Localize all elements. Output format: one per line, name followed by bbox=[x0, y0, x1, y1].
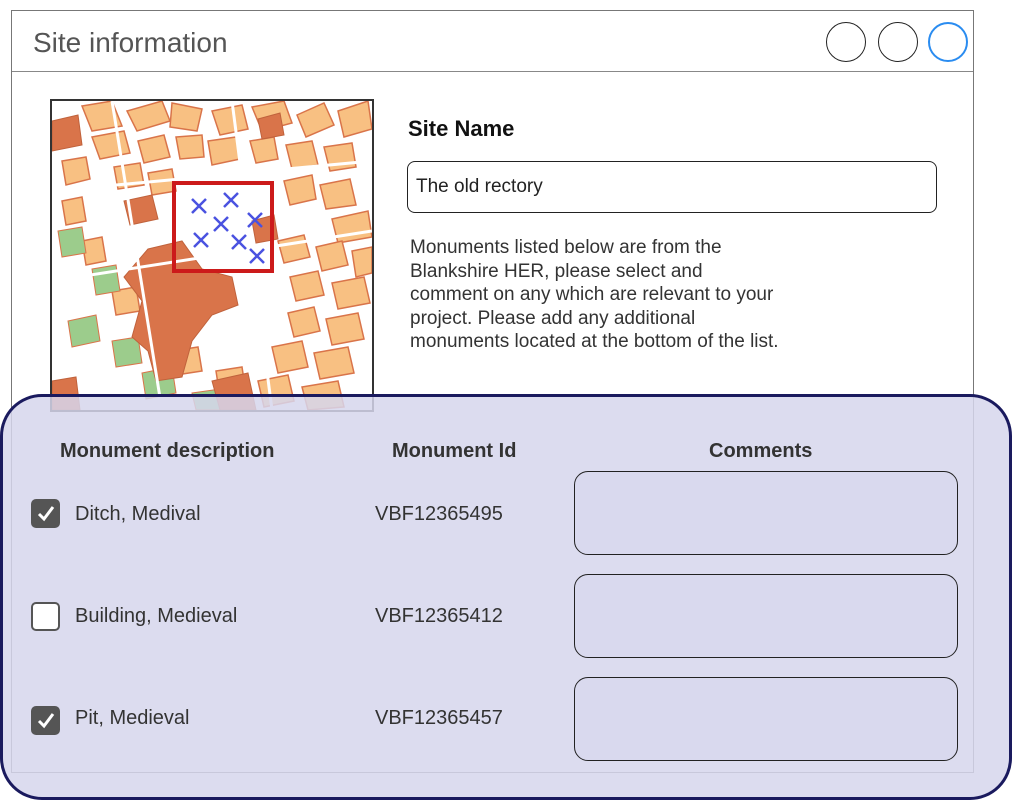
instruction-line: Blankshire HER, please select and bbox=[410, 260, 703, 282]
header-monument-id: Monument Id bbox=[392, 440, 517, 462]
header-comments: Comments bbox=[709, 440, 813, 462]
monument-id: VBF12365412 bbox=[375, 605, 503, 627]
monument-id: VBF12365457 bbox=[375, 707, 503, 729]
instruction-line: comment on any which are relevant to you… bbox=[410, 284, 774, 305]
monument-checkbox-1[interactable] bbox=[31, 499, 60, 528]
monument-comment-3[interactable] bbox=[574, 677, 958, 761]
monument-checkbox-3[interactable] bbox=[31, 706, 60, 735]
monument-description: Ditch, Medival bbox=[75, 503, 201, 525]
instruction-line: monuments located at the bottom of the l… bbox=[410, 331, 779, 352]
site-name-label: Site Name bbox=[408, 116, 515, 141]
header-monument-description: Monument description bbox=[60, 440, 275, 462]
monument-description: Pit, Medieval bbox=[75, 707, 190, 729]
site-name-input[interactable] bbox=[407, 161, 937, 213]
window-button-2-icon[interactable] bbox=[878, 22, 918, 62]
monument-checkbox-2[interactable] bbox=[31, 602, 60, 631]
instruction-line: Monuments listed below are from the bbox=[410, 237, 722, 258]
checkmark-icon bbox=[37, 506, 55, 522]
instruction-line: project. Please add any additional bbox=[410, 307, 696, 329]
monument-id: VBF12365495 bbox=[375, 503, 503, 525]
window-button-3-icon[interactable] bbox=[928, 22, 968, 62]
monument-instructions: Monuments listed below are from the Blan… bbox=[410, 236, 930, 354]
site-map-thumbnail bbox=[50, 99, 374, 412]
window-title: Site information bbox=[33, 27, 228, 58]
checkmark-icon bbox=[37, 713, 55, 729]
monument-comment-1[interactable] bbox=[574, 471, 958, 555]
monument-comment-2[interactable] bbox=[574, 574, 958, 658]
monument-description: Building, Medieval bbox=[75, 605, 238, 627]
window-titlebar: Site information bbox=[12, 11, 973, 72]
window-button-1-icon[interactable] bbox=[826, 22, 866, 62]
